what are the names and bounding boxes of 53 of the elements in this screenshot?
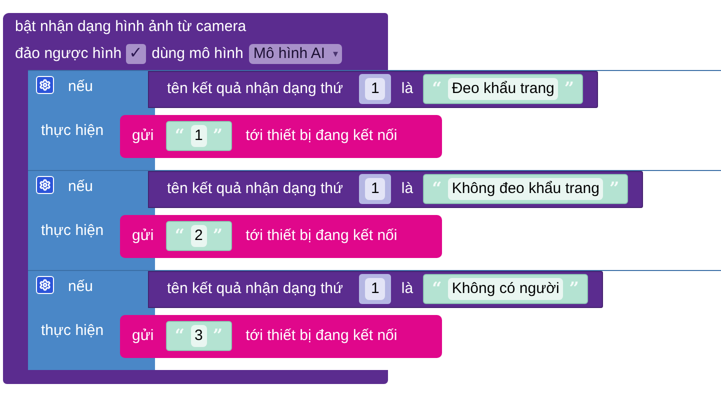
block-title: bật nhận dạng hình ảnh từ camera xyxy=(15,17,248,37)
quote-mark: ” xyxy=(212,328,223,344)
flip-label: đảo ngược hình xyxy=(15,44,122,64)
send-label: gửi xyxy=(132,326,154,346)
do-label: thực hiện xyxy=(41,322,104,338)
is-label: là xyxy=(401,178,414,199)
text-slot[interactable]: “ Đeo khẩu trang ” xyxy=(423,74,584,104)
quote-mark: “ xyxy=(432,80,442,98)
text-slot[interactable]: “ 3 ” xyxy=(166,321,232,351)
send-suffix: tới thiết bị đang kết nối xyxy=(246,226,398,246)
settings-icon[interactable] xyxy=(36,176,54,194)
send-label: gửi xyxy=(132,126,154,146)
quote-mark: ” xyxy=(569,280,580,298)
send-suffix: tới thiết bị đang kết nối xyxy=(246,126,398,146)
model-dropdown[interactable]: Mô hình AI ▾ xyxy=(249,44,342,64)
quote-mark: “ xyxy=(432,180,442,198)
text-slot[interactable]: “ 2 ” xyxy=(166,221,232,251)
value-field[interactable]: Không có người xyxy=(448,278,564,300)
value-field[interactable]: Không đeo khẩu trang xyxy=(448,178,604,200)
quote-mark: “ xyxy=(432,280,442,298)
text-slot[interactable]: “ Không đeo khẩu trang ” xyxy=(423,174,628,204)
text-slot[interactable]: “ Không có người ” xyxy=(423,274,588,304)
if-label: nếu xyxy=(68,276,94,296)
send-value-field[interactable]: 2 xyxy=(190,225,207,247)
settings-icon[interactable] xyxy=(36,76,54,94)
index-slot[interactable]: 1 xyxy=(359,74,392,104)
settings-icon[interactable] xyxy=(36,276,54,294)
model-label: dùng mô hình xyxy=(152,44,244,64)
if-label: nếu xyxy=(68,176,94,196)
if-label: nếu xyxy=(68,76,94,96)
quote-mark: “ xyxy=(174,228,184,244)
send-value-field[interactable]: 1 xyxy=(190,125,207,147)
value-field[interactable]: Đeo khẩu trang xyxy=(448,78,558,100)
send-value-field[interactable]: 3 xyxy=(190,325,207,347)
do-label: thực hiện xyxy=(41,222,104,238)
condition-text: tên kết quả nhận dạng thứ xyxy=(167,178,344,199)
condition-text: tên kết quả nhận dạng thứ xyxy=(167,278,344,299)
send-suffix: tới thiết bị đang kết nối xyxy=(246,326,398,346)
flip-checkbox[interactable]: ✓ xyxy=(126,44,146,64)
quote-mark: ” xyxy=(212,128,223,144)
quote-mark: ” xyxy=(212,228,223,244)
index-slot[interactable]: 1 xyxy=(359,174,392,204)
condition-text: tên kết quả nhận dạng thứ xyxy=(167,78,344,99)
text-slot[interactable]: “ 1 ” xyxy=(166,121,232,151)
quote-mark: “ xyxy=(174,128,184,144)
index-slot[interactable]: 1 xyxy=(359,274,392,304)
quote-mark: ” xyxy=(564,80,574,98)
is-label: là xyxy=(401,278,414,299)
quote-mark: ” xyxy=(609,180,620,198)
is-label: là xyxy=(401,78,414,99)
send-label: gửi xyxy=(132,226,154,246)
quote-mark: “ xyxy=(174,328,184,344)
do-label: thực hiện xyxy=(41,122,104,138)
